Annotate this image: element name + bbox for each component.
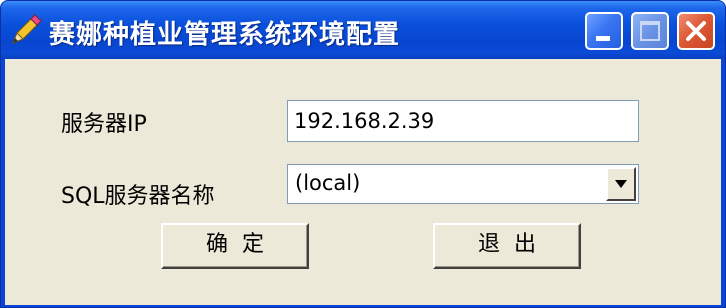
dropdown-arrow-button[interactable] — [606, 167, 636, 201]
minimize-button[interactable] — [585, 12, 623, 50]
ok-button[interactable]: 确定 — [161, 223, 309, 269]
title-bar[interactable]: 赛娜种植业管理系统环境配置 — [1, 1, 725, 59]
config-dialog-window: 赛娜种植业管理系统环境配置 服务器IP SQL服务器名称 (local) 确 — [0, 0, 726, 308]
server-ip-input[interactable] — [287, 100, 639, 142]
close-button[interactable] — [677, 12, 715, 50]
chevron-down-icon — [615, 180, 627, 188]
exit-button[interactable]: 退出 — [433, 223, 581, 269]
maximize-icon — [640, 21, 660, 41]
close-icon — [686, 21, 706, 41]
dialog-body: 服务器IP SQL服务器名称 (local) 确定 退出 — [5, 59, 721, 305]
server-ip-label: 服务器IP — [61, 112, 147, 137]
sql-server-name-value: (local) — [295, 171, 361, 195]
pencil-icon — [12, 14, 42, 44]
minimize-icon — [596, 36, 610, 41]
window-title: 赛娜种植业管理系统环境配置 — [49, 20, 401, 50]
maximize-button[interactable] — [631, 12, 669, 50]
sql-server-name-select[interactable]: (local) — [287, 164, 639, 204]
sql-server-name-label: SQL服务器名称 — [61, 184, 215, 209]
